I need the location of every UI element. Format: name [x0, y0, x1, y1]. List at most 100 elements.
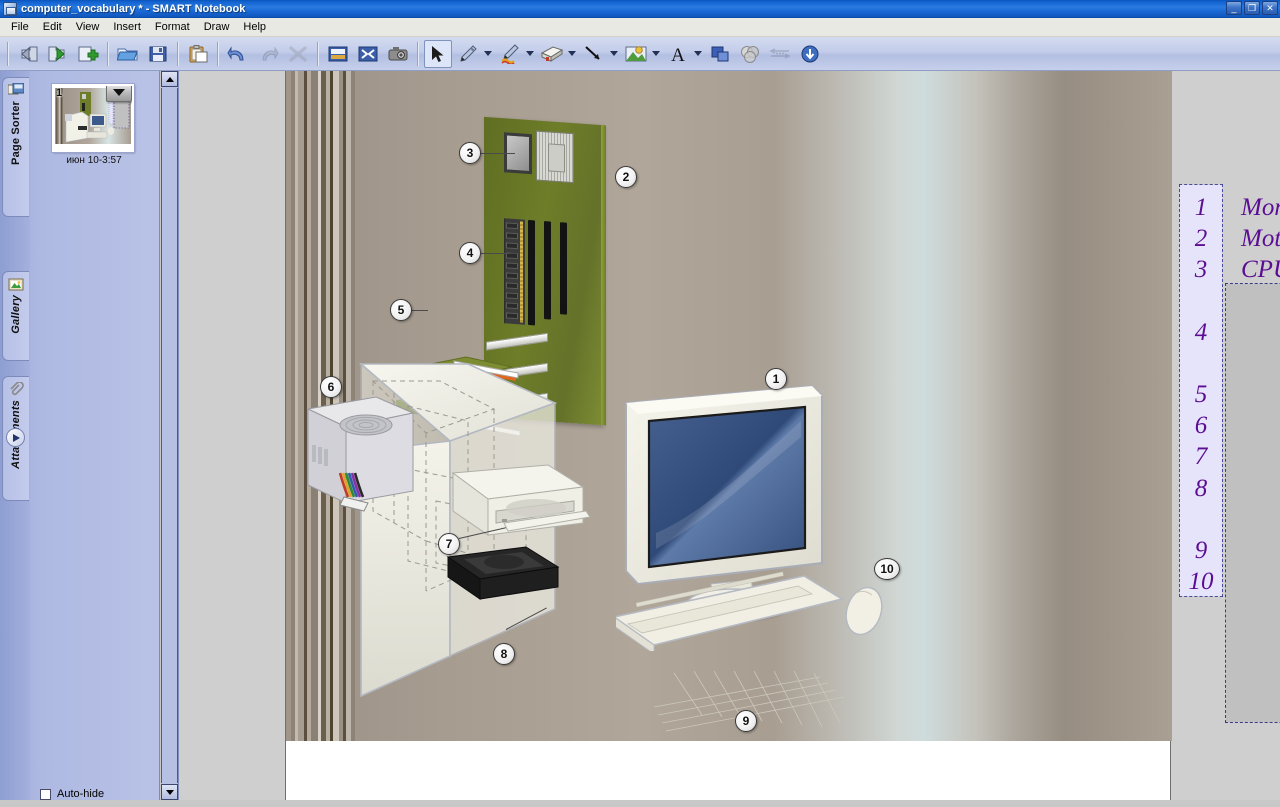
minimize-icon: _: [1231, 3, 1237, 13]
monitor-keyboard-mouse-graphic: [616, 384, 883, 651]
close-button[interactable]: ✕: [1262, 1, 1278, 15]
computer-parts-illustration[interactable]: 3 2 4 5 6 7 8 1 9 10: [286, 71, 1172, 741]
callout-4[interactable]: 4: [459, 242, 481, 264]
auto-hide-control[interactable]: Auto-hide: [30, 781, 161, 807]
svg-text:A: A: [671, 45, 685, 64]
next-page-button[interactable]: [44, 40, 72, 68]
select-tool[interactable]: [424, 39, 452, 68]
shape-tool[interactable]: [622, 40, 650, 68]
add-page-button[interactable]: [74, 40, 102, 68]
menu-item-insert[interactable]: Insert: [106, 19, 148, 35]
toolbar-separator: [217, 41, 219, 66]
full-screen-button[interactable]: [354, 40, 382, 68]
list-number: 4: [1194, 319, 1208, 346]
number-list-object[interactable]: 1 2 3 4 5 6 7 8 9 10: [1179, 184, 1223, 597]
list-number: 6: [1194, 412, 1208, 439]
callout-10[interactable]: 10: [874, 558, 900, 580]
creative-pen-tool[interactable]: [496, 40, 524, 68]
thumbnail-menu-button[interactable]: [106, 86, 132, 102]
list-number: 10: [1188, 568, 1214, 595]
sidebar-item-gallery[interactable]: Gallery: [2, 271, 29, 361]
redo-button[interactable]: [254, 40, 282, 68]
callout-3[interactable]: 3: [459, 142, 481, 164]
sidebar-item-page-sorter[interactable]: Page Sorter: [2, 77, 29, 217]
expand-panel-button[interactable]: [6, 428, 25, 447]
scroll-track[interactable]: [161, 88, 178, 783]
answer-area-rectangle[interactable]: [1225, 283, 1280, 723]
eraser-caret[interactable]: [567, 41, 577, 67]
callout-7[interactable]: 7: [438, 533, 460, 555]
restore-icon: ❐: [1247, 3, 1257, 13]
list-number: 7: [1194, 443, 1208, 470]
previous-page-button[interactable]: [14, 40, 42, 68]
callout-2[interactable]: 2: [615, 166, 637, 188]
answer-word-2[interactable]: Motherboard: [1241, 225, 1280, 253]
close-icon: ✕: [1266, 3, 1274, 13]
toolbar-separator: [317, 41, 319, 66]
menu-item-edit[interactable]: Edit: [36, 19, 69, 35]
notebook-page[interactable]: 3 2 4 5 6 7 8 1 9 10 1 2 3 4 5 6 7 8 9 1…: [285, 71, 1280, 800]
creative-pen-caret[interactable]: [525, 41, 535, 67]
menu-item-format[interactable]: Format: [148, 19, 197, 35]
toolbar-separator: [177, 41, 179, 66]
list-number: 9: [1194, 537, 1208, 564]
save-button[interactable]: [144, 40, 172, 68]
callout-1[interactable]: 1: [765, 368, 787, 390]
toolbar-separator: [417, 41, 419, 66]
menu-item-draw[interactable]: Draw: [197, 19, 237, 35]
callout-6[interactable]: 6: [320, 376, 342, 398]
scroll-down-button[interactable]: [161, 784, 178, 800]
callout-5[interactable]: 5: [390, 299, 412, 321]
move-toolbar-button[interactable]: [796, 40, 824, 68]
canvas-area[interactable]: 3 2 4 5 6 7 8 1 9 10 1 2 3 4 5 6 7 8 9 1…: [179, 71, 1280, 800]
scroll-up-button[interactable]: [161, 71, 178, 87]
paste-button[interactable]: [184, 40, 212, 68]
answer-word-3[interactable]: CPU: [1241, 256, 1280, 284]
transparency-tool[interactable]: [736, 40, 764, 68]
fill-tool[interactable]: [706, 40, 734, 68]
sidebar-item-label: Page Sorter: [10, 101, 22, 165]
minimize-button[interactable]: _: [1226, 1, 1242, 15]
open-button[interactable]: [114, 40, 142, 68]
panel-scrollbar[interactable]: [161, 71, 179, 800]
callout-8[interactable]: 8: [493, 643, 515, 665]
app-icon: [3, 2, 17, 16]
page-thumbnail-wrapper: 1 июн 10-3:57: [51, 83, 136, 166]
toolbar-separator: [7, 41, 9, 66]
screen-capture-button[interactable]: [384, 40, 412, 68]
ram-slot-graphic: [544, 221, 551, 320]
main-toolbar: A: [0, 37, 1280, 71]
ram-slot-graphic: [528, 219, 535, 326]
answer-word-1[interactable]: Monitor: [1241, 194, 1280, 222]
delete-button[interactable]: [284, 40, 312, 68]
page-thumbnail[interactable]: 1: [51, 83, 135, 153]
callout-9[interactable]: 9: [735, 710, 757, 732]
pen-tool[interactable]: [454, 40, 482, 68]
menu-item-view[interactable]: View: [69, 19, 107, 35]
screen-shade-button[interactable]: [324, 40, 352, 68]
menu-item-help[interactable]: Help: [236, 19, 273, 35]
text-caret[interactable]: [693, 41, 703, 67]
pen-tool-caret[interactable]: [483, 41, 493, 67]
list-number: 8: [1194, 475, 1208, 502]
cpu-chip-graphic: [536, 130, 574, 184]
auto-hide-checkbox[interactable]: [40, 788, 51, 800]
toolbar-separator: [107, 41, 109, 66]
list-number: 3: [1194, 256, 1208, 283]
list-number: 2: [1194, 225, 1208, 252]
cd-drive-graphic: [451, 464, 591, 536]
restore-button[interactable]: ❐: [1244, 1, 1260, 15]
line-tool[interactable]: [580, 40, 608, 68]
properties-tool[interactable]: [766, 40, 794, 68]
keyboard-keys-texture: [653, 671, 845, 732]
computer-case-graphic: [306, 362, 591, 698]
gallery-picture-icon: [8, 277, 24, 291]
line-caret[interactable]: [609, 41, 619, 67]
callout-leader-line: [481, 253, 517, 254]
undo-button[interactable]: [224, 40, 252, 68]
menu-item-file[interactable]: File: [4, 19, 36, 35]
shape-caret[interactable]: [651, 41, 661, 67]
sidebar-item-label: Gallery: [10, 295, 22, 334]
eraser-tool[interactable]: [538, 40, 566, 68]
text-tool[interactable]: A: [664, 40, 692, 68]
